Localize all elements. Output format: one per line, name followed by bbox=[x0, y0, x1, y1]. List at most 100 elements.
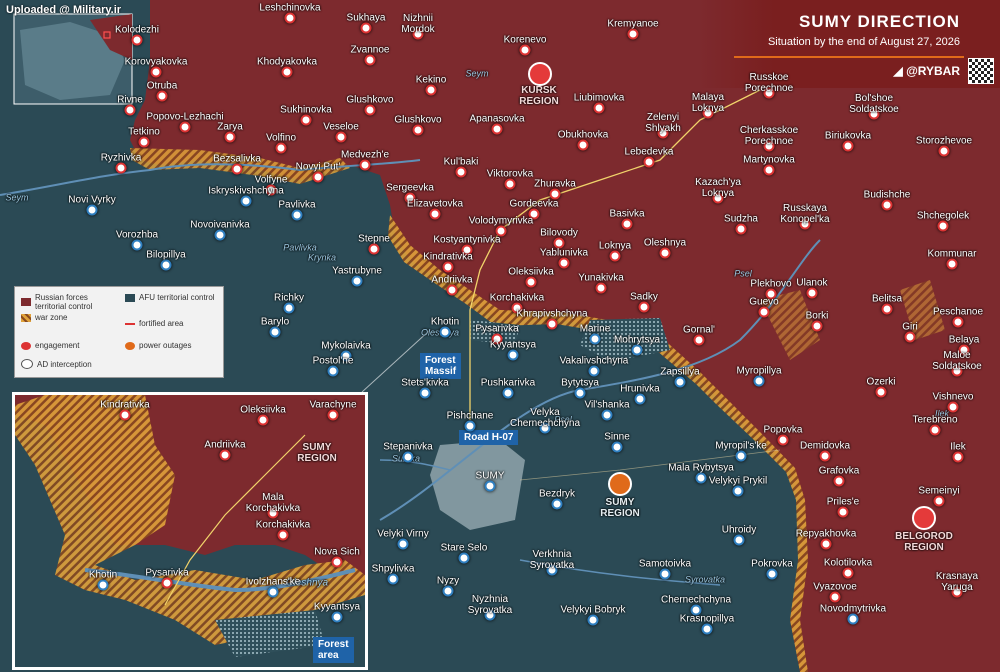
settlement-marker-icon[interactable] bbox=[842, 567, 854, 579]
settlement-marker-icon[interactable] bbox=[160, 259, 172, 271]
settlement-marker-icon[interactable] bbox=[150, 66, 162, 78]
settlement-marker-icon[interactable] bbox=[283, 302, 295, 314]
settlement-marker-icon[interactable] bbox=[952, 451, 964, 463]
settlement-marker-icon[interactable] bbox=[587, 614, 599, 626]
settlement-marker-icon[interactable] bbox=[364, 54, 376, 66]
settlement-marker-icon[interactable] bbox=[119, 409, 131, 421]
settlement-marker-icon[interactable] bbox=[458, 552, 470, 564]
settlement-marker-icon[interactable] bbox=[131, 34, 143, 46]
inset-map[interactable]: SUMY REGION Oleshnya Forest area Kindrat… bbox=[12, 392, 368, 670]
settlement-marker-icon[interactable] bbox=[519, 44, 531, 56]
settlement-marker-icon[interactable] bbox=[601, 409, 613, 421]
settlement-marker-icon[interactable] bbox=[331, 611, 343, 623]
settlement-marker-icon[interactable] bbox=[733, 534, 745, 546]
settlement-marker-icon[interactable] bbox=[881, 303, 893, 315]
settlement-marker-icon[interactable] bbox=[429, 208, 441, 220]
settlement-marker-icon[interactable] bbox=[312, 171, 324, 183]
settlement-marker-icon[interactable] bbox=[442, 585, 454, 597]
settlement-marker-icon[interactable] bbox=[753, 375, 765, 387]
settlement-marker-icon[interactable] bbox=[946, 258, 958, 270]
settlement-marker-icon[interactable] bbox=[593, 102, 605, 114]
settlement-marker-icon[interactable] bbox=[291, 209, 303, 221]
settlement-marker-icon[interactable] bbox=[820, 538, 832, 550]
settlement-marker-icon[interactable] bbox=[631, 344, 643, 356]
settlement-marker-icon[interactable] bbox=[464, 420, 476, 432]
settlement-marker-icon[interactable] bbox=[284, 12, 296, 24]
settlement-marker-icon[interactable] bbox=[735, 450, 747, 462]
settlement-marker-icon[interactable] bbox=[627, 28, 639, 40]
settlement-marker-icon[interactable] bbox=[425, 84, 437, 96]
settlement-marker-icon[interactable] bbox=[214, 229, 226, 241]
settlement-marker-icon[interactable] bbox=[558, 257, 570, 269]
settlement-marker-icon[interactable] bbox=[269, 326, 281, 338]
settlement-marker-icon[interactable] bbox=[937, 220, 949, 232]
settlement-marker-icon[interactable] bbox=[124, 104, 136, 116]
settlement-marker-icon[interactable] bbox=[621, 218, 633, 230]
settlement-marker-icon[interactable] bbox=[758, 306, 770, 318]
settlement-marker-icon[interactable] bbox=[595, 282, 607, 294]
settlement-marker-icon[interactable] bbox=[257, 414, 269, 426]
settlement-marker-icon[interactable] bbox=[833, 475, 845, 487]
settlement-marker-icon[interactable] bbox=[86, 204, 98, 216]
settlement-marker-icon[interactable] bbox=[589, 333, 601, 345]
settlement-marker-icon[interactable] bbox=[574, 387, 586, 399]
settlement-marker-icon[interactable] bbox=[131, 239, 143, 251]
settlement-marker-icon[interactable] bbox=[412, 124, 424, 136]
settlement-marker-icon[interactable] bbox=[732, 485, 744, 497]
settlement-marker-icon[interactable] bbox=[643, 156, 655, 168]
settlement-marker-icon[interactable] bbox=[659, 247, 671, 259]
settlement-marker-icon[interactable] bbox=[929, 424, 941, 436]
settlement-marker-icon[interactable] bbox=[281, 66, 293, 78]
settlement-marker-icon[interactable] bbox=[275, 142, 287, 154]
settlement-marker-icon[interactable] bbox=[397, 538, 409, 550]
settlement-marker-icon[interactable] bbox=[359, 159, 371, 171]
settlement-marker-icon[interactable] bbox=[491, 123, 503, 135]
settlement-marker-icon[interactable] bbox=[364, 104, 376, 116]
settlement-marker-icon[interactable] bbox=[933, 495, 945, 507]
settlement-marker-icon[interactable] bbox=[829, 591, 841, 603]
settlement-marker-icon[interactable] bbox=[335, 131, 347, 143]
settlement-marker-icon[interactable] bbox=[777, 434, 789, 446]
settlement-marker-icon[interactable] bbox=[904, 331, 916, 343]
settlement-marker-icon[interactable] bbox=[402, 451, 414, 463]
settlement-marker-icon[interactable] bbox=[267, 586, 279, 598]
brand-handle[interactable]: ◢ @RYBAR bbox=[894, 64, 961, 78]
settlement-marker-icon[interactable] bbox=[504, 178, 516, 190]
settlement-marker-icon[interactable] bbox=[219, 449, 231, 461]
settlement-marker-icon[interactable] bbox=[638, 301, 650, 313]
map-canvas[interactable]: Uploaded @ Military.ir SUMY DIRECTION Si… bbox=[0, 0, 1000, 672]
settlement-marker-icon[interactable] bbox=[327, 365, 339, 377]
settlement-marker-icon[interactable] bbox=[837, 506, 849, 518]
settlement-marker-icon[interactable] bbox=[842, 140, 854, 152]
settlement-marker-icon[interactable] bbox=[156, 90, 168, 102]
settlement-marker-icon[interactable] bbox=[525, 276, 537, 288]
settlement-marker-icon[interactable] bbox=[609, 250, 621, 262]
settlement-marker-icon[interactable] bbox=[240, 195, 252, 207]
settlement-marker-icon[interactable] bbox=[97, 579, 109, 591]
settlement-marker-icon[interactable] bbox=[938, 145, 950, 157]
settlement-marker-icon[interactable] bbox=[763, 164, 775, 176]
settlement-marker-icon[interactable] bbox=[551, 498, 563, 510]
settlement-marker-icon[interactable] bbox=[588, 365, 600, 377]
settlement-marker-icon[interactable] bbox=[360, 22, 372, 34]
settlement-marker-icon[interactable] bbox=[455, 166, 467, 178]
settlement-marker-icon[interactable] bbox=[947, 401, 959, 413]
settlement-marker-icon[interactable] bbox=[881, 199, 893, 211]
settlement-marker-icon[interactable] bbox=[806, 287, 818, 299]
settlement-marker-icon[interactable] bbox=[875, 386, 887, 398]
settlement-marker-icon[interactable] bbox=[735, 223, 747, 235]
settlement-marker-icon[interactable] bbox=[161, 577, 173, 589]
settlement-marker-icon[interactable] bbox=[419, 387, 431, 399]
settlement-marker-icon[interactable] bbox=[484, 480, 496, 492]
settlement-marker-icon[interactable] bbox=[277, 529, 289, 541]
settlement-marker-icon[interactable] bbox=[224, 131, 236, 143]
settlement-marker-icon[interactable] bbox=[811, 320, 823, 332]
settlement-marker-icon[interactable] bbox=[115, 162, 127, 174]
settlement-marker-icon[interactable] bbox=[300, 114, 312, 126]
settlement-marker-icon[interactable] bbox=[847, 613, 859, 625]
settlement-marker-icon[interactable] bbox=[351, 275, 363, 287]
settlement-marker-icon[interactable] bbox=[231, 163, 243, 175]
settlement-marker-icon[interactable] bbox=[674, 376, 686, 388]
settlement-marker-icon[interactable] bbox=[446, 284, 458, 296]
settlement-marker-icon[interactable] bbox=[577, 139, 589, 151]
